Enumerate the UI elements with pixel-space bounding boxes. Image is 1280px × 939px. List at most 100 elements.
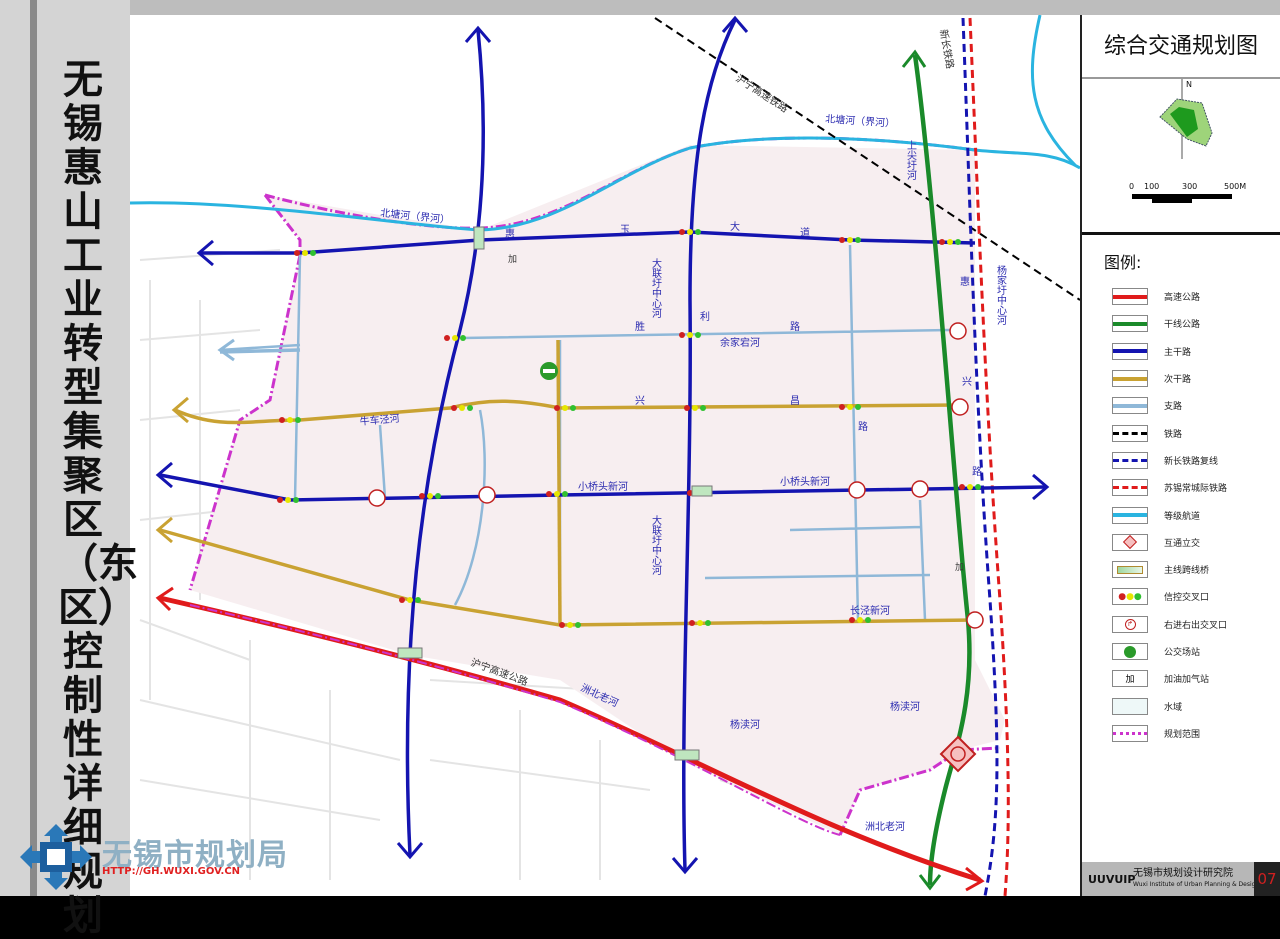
legend-label: 高速公路 bbox=[1164, 293, 1201, 304]
signal-light bbox=[955, 239, 961, 245]
svg-text:北塘河（界河）: 北塘河（界河） bbox=[825, 112, 896, 130]
signal-light bbox=[857, 617, 863, 623]
bus-icon bbox=[1112, 643, 1148, 660]
svg-text:小桥头新河: 小桥头新河 bbox=[780, 475, 830, 488]
signal-light bbox=[546, 491, 552, 497]
document-title: 无锡惠山工业转型集聚区（东区）控制性详细规划 bbox=[58, 57, 138, 939]
right-turn-icon bbox=[478, 486, 496, 504]
institute-name-en: Wuxi Institute of Urban Planning & Desig… bbox=[1133, 881, 1260, 888]
signal-light bbox=[947, 239, 953, 245]
svg-text:杨渎河: 杨渎河 bbox=[890, 700, 920, 713]
signal-light bbox=[435, 493, 441, 499]
svg-text:玉: 玉 bbox=[620, 225, 630, 236]
legend-swatch bbox=[1112, 724, 1148, 742]
svg-text:兴: 兴 bbox=[635, 395, 645, 407]
legend-item: 加 加油加气站 bbox=[1112, 665, 1280, 692]
signal-light bbox=[467, 405, 473, 411]
legend-title: 图例: bbox=[1104, 253, 1142, 272]
svg-text:大联圩中心河: 大联圩中心河 bbox=[650, 257, 662, 318]
traffic-map: 加加 北塘河（界河） 北塘河（界河） 沪宁高速铁路 新长铁路 惠玉 大道 惠兴路… bbox=[129, 14, 1081, 897]
signal-light bbox=[554, 491, 560, 497]
svg-text:大: 大 bbox=[730, 220, 740, 233]
legend-item: 等级航道 bbox=[1112, 501, 1280, 528]
legend-label: 铁路 bbox=[1164, 429, 1183, 440]
signal-light bbox=[849, 617, 855, 623]
planning-bureau-logo bbox=[20, 824, 92, 890]
svg-text:路: 路 bbox=[972, 465, 982, 478]
legend-label: 水域 bbox=[1164, 702, 1183, 713]
signal-light bbox=[295, 417, 301, 423]
legend-label: 次干路 bbox=[1164, 375, 1192, 386]
svg-text:300: 300 bbox=[1182, 182, 1197, 191]
signal-light bbox=[855, 404, 861, 410]
title-panel: 无锡惠山工业转型集聚区（东区）控制性详细规划 无锡市规划局 HTTP://GH.… bbox=[0, 0, 287, 938]
map-title: 综合交通规划图 bbox=[1082, 15, 1280, 79]
signal-light bbox=[459, 405, 465, 411]
svg-text:路: 路 bbox=[790, 320, 800, 333]
signal-light bbox=[562, 405, 568, 411]
signal-light bbox=[705, 620, 711, 626]
signal-light bbox=[554, 405, 560, 411]
svg-text:杨家圩中心河: 杨家圩中心河 bbox=[995, 264, 1007, 325]
signal-light bbox=[689, 620, 695, 626]
footer: UUVUIP 无锡市规划设计研究院 Wuxi Institute of Urban… bbox=[1082, 862, 1280, 896]
legend-item: 主线跨线桥 bbox=[1112, 556, 1280, 583]
signal-light bbox=[855, 237, 861, 243]
signal-light bbox=[285, 497, 291, 503]
legend-swatch bbox=[1112, 397, 1148, 415]
svg-text:新长铁路: 新长铁路 bbox=[937, 28, 957, 70]
legend-label: 公交场站 bbox=[1164, 648, 1201, 658]
signal-light bbox=[684, 405, 690, 411]
signal-light bbox=[415, 597, 421, 603]
legend-item: 铁路 bbox=[1112, 419, 1280, 446]
legend-swatch bbox=[1112, 342, 1148, 360]
bridge-icon bbox=[1112, 561, 1148, 579]
signal-light bbox=[679, 332, 685, 338]
legend-label: 等级航道 bbox=[1164, 511, 1201, 522]
legend-item: 主干路 bbox=[1112, 338, 1280, 365]
signal-light bbox=[399, 597, 405, 603]
signal-light bbox=[687, 229, 693, 235]
signal-light bbox=[967, 484, 973, 490]
logo-url[interactable]: HTTP://GH.WUXI.GOV.CN bbox=[102, 866, 240, 877]
signal-light bbox=[695, 229, 701, 235]
signal-light bbox=[839, 237, 845, 243]
legend-swatch bbox=[1112, 288, 1148, 306]
legend-item: 苏锡常城际铁路 bbox=[1112, 474, 1280, 501]
svg-text:兴: 兴 bbox=[962, 376, 972, 388]
signal-light bbox=[427, 493, 433, 499]
legend-label: 规划范围 bbox=[1164, 729, 1201, 740]
signal-light bbox=[570, 405, 576, 411]
signal-light bbox=[562, 491, 568, 497]
svg-text:杨渎河: 杨渎河 bbox=[730, 718, 760, 731]
legend-swatch bbox=[1112, 451, 1148, 469]
signal-light bbox=[287, 417, 293, 423]
panel-bar bbox=[30, 0, 37, 896]
svg-text:加: 加 bbox=[508, 254, 517, 265]
institute-name: 无锡市规划设计研究院 bbox=[1133, 868, 1233, 879]
signal-light bbox=[567, 622, 573, 628]
legend-label: 主干路 bbox=[1164, 347, 1192, 358]
legend-label: 主线跨线桥 bbox=[1164, 566, 1210, 577]
right-turn-icon bbox=[368, 489, 386, 507]
gas-icon: 加 bbox=[1112, 670, 1148, 688]
signal-light bbox=[679, 229, 685, 235]
svg-text:洲北老河: 洲北老河 bbox=[865, 820, 905, 833]
top-strip bbox=[130, 0, 1280, 15]
svg-text:大联圩中心河: 大联圩中心河 bbox=[650, 514, 662, 575]
right-turn-icon bbox=[949, 322, 967, 340]
legend-item: 新长铁路复线 bbox=[1112, 447, 1280, 474]
legend-label: 干线公路 bbox=[1164, 320, 1201, 331]
signal-light bbox=[692, 405, 698, 411]
right-turn-icon: ↱ bbox=[1112, 615, 1148, 633]
svg-text:道: 道 bbox=[800, 226, 810, 239]
signal-light bbox=[975, 484, 981, 490]
signal-light bbox=[959, 484, 965, 490]
legend-swatch bbox=[1112, 424, 1148, 442]
signal-light bbox=[294, 250, 300, 256]
svg-text:昌: 昌 bbox=[790, 395, 800, 407]
right-turn-icon bbox=[911, 480, 929, 498]
legend-item: 水域 bbox=[1112, 692, 1280, 719]
signal-light bbox=[407, 597, 413, 603]
svg-text:0: 0 bbox=[1129, 182, 1134, 191]
